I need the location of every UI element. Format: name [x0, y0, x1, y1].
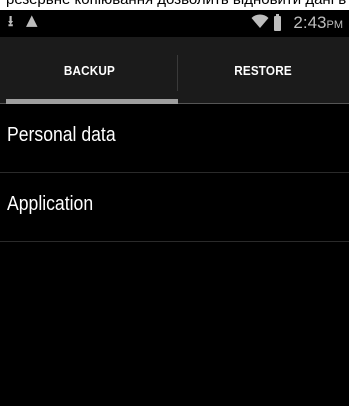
list-item-personal-data[interactable]: Personal data — [0, 104, 349, 173]
status-bar: ⭳ ▲ 2:43PM — [0, 10, 349, 37]
app-screen: резервне копіювання дозволить відновити … — [0, 0, 349, 406]
warning-icon: ▲ — [26, 11, 38, 29]
tab-backup-label: BACKUP — [63, 63, 115, 78]
list-item-label: Personal data — [7, 124, 116, 146]
tab-backup[interactable]: BACKUP — [0, 37, 178, 104]
list-item-label: Application — [7, 193, 94, 215]
list-item-application[interactable]: Application — [0, 173, 349, 242]
overlay-caption-text: резервне копіювання дозволить відновити … — [6, 0, 349, 8]
status-time-ampm: PM — [326, 19, 344, 31]
backup-options-list: Personal data Application — [0, 104, 349, 242]
battery-icon — [274, 14, 281, 31]
wifi-icon — [251, 13, 269, 32]
status-time-value: 2:43 — [293, 13, 327, 32]
tab-bar: BACKUP RESTORE — [0, 37, 349, 104]
download-icon: ⭳ — [8, 12, 14, 30]
status-time: 2:43PM — [293, 13, 343, 33]
tab-restore-label: RESTORE — [234, 63, 293, 78]
overlay-caption: резервне копіювання дозволить відновити … — [0, 0, 349, 10]
tab-restore[interactable]: RESTORE — [178, 37, 349, 104]
